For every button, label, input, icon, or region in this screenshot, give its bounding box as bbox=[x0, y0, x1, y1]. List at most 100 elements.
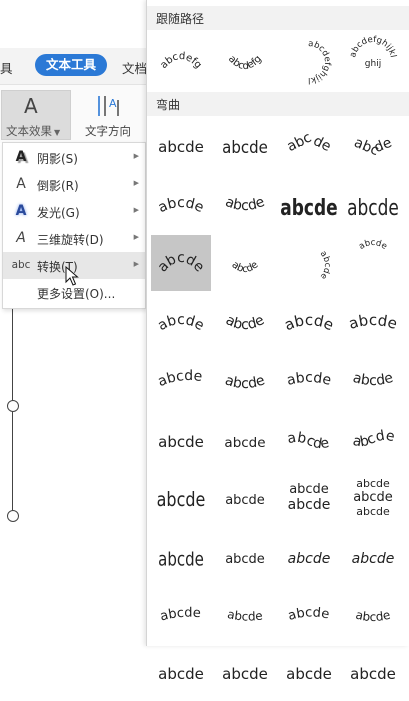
svg-text:A: A bbox=[109, 97, 117, 110]
submenu-arrow-icon: ▶ bbox=[133, 260, 139, 268]
menu-item-label: 倒影(R) bbox=[37, 179, 79, 193]
transform-preview-text: abcdefghijklghij bbox=[348, 35, 398, 69]
resize-handle[interactable] bbox=[7, 510, 19, 522]
transform-preview-text: abcde bbox=[351, 427, 396, 450]
svg-text:abcde: abcde bbox=[158, 665, 204, 683]
svg-text:abcde: abcde bbox=[286, 605, 330, 624]
section-header-follow-path: 跟随路径 bbox=[147, 6, 409, 30]
menu-item-reflection[interactable]: A 倒影(R) ▶ bbox=[3, 171, 145, 198]
tab-partial-right[interactable]: 文档 bbox=[122, 58, 147, 77]
transform-preview-text: abcde bbox=[157, 490, 206, 512]
transform-preview-text: abcde bbox=[285, 130, 334, 156]
text-effect-button[interactable]: A 文本效果 ▼ bbox=[1, 90, 71, 140]
transform-preview-text: abcde bbox=[158, 138, 204, 156]
transform-option-wave-2[interactable]: abcde bbox=[215, 411, 275, 467]
transform-option-arch-down-pour[interactable]: abcde bbox=[215, 294, 275, 350]
transform-option-wave-1[interactable]: abcde bbox=[151, 411, 211, 467]
menu-item-label: 阴影(S) bbox=[37, 152, 78, 166]
transform-option-circle[interactable]: abcdefghijkl bbox=[279, 32, 339, 88]
transform-option-stop[interactable]: abcde bbox=[215, 118, 275, 174]
transform-option-arch-up[interactable]: abcdefg bbox=[151, 32, 211, 88]
transform-option-plain[interactable]: abcde bbox=[151, 118, 211, 174]
transform-option-deflate-inflate-deflate[interactable]: abcde bbox=[343, 528, 403, 584]
transform-option-slant-up[interactable]: abcde bbox=[151, 645, 211, 701]
transform-preview-text: abcde bbox=[224, 435, 265, 451]
transform-option-chevron-up[interactable]: abcde bbox=[151, 177, 211, 233]
transform-option-cascade-up[interactable]: abcde bbox=[279, 645, 339, 701]
transform-option-curve-up[interactable]: abcde bbox=[151, 352, 211, 408]
transform-option-triangle-up[interactable]: abcde bbox=[279, 118, 339, 174]
svg-text:abcde: abcde bbox=[222, 137, 268, 157]
svg-text:abcde: abcde bbox=[158, 138, 204, 156]
transform-option-deflate-top[interactable]: abcde bbox=[215, 528, 275, 584]
text-effect-label: 文本效果 bbox=[6, 124, 52, 138]
transform-option-circle[interactable]: abcde bbox=[279, 235, 339, 291]
transform-option-inflate-top[interactable]: abcde bbox=[151, 528, 211, 584]
transform-option-deflate[interactable]: abcde bbox=[215, 469, 275, 525]
dropdown-caret-icon: ▼ bbox=[54, 128, 61, 137]
menu-item-3d-rotation[interactable]: A 三维旋转(D) ▶ bbox=[3, 225, 145, 252]
transform-option-arch-down[interactable]: abcdefg bbox=[215, 32, 275, 88]
svg-text:abcde: abcde bbox=[347, 310, 400, 332]
transform-option-chevron-down[interactable]: abcde bbox=[215, 177, 275, 233]
menu-item-glow[interactable]: A 发光(G) ▶ bbox=[3, 198, 145, 225]
svg-text:abcde: abcde bbox=[223, 312, 267, 333]
tab-partial-left[interactable]: 具 bbox=[0, 58, 13, 77]
transform-option-curve-down[interactable]: abcde bbox=[215, 352, 275, 408]
transform-preview-text: abcde bbox=[155, 250, 208, 275]
text-direction-label[interactable]: 文字方向 bbox=[85, 123, 131, 139]
transform-option-ring-inside[interactable]: abcde bbox=[279, 177, 339, 233]
svg-text:abcde: abcde bbox=[288, 497, 331, 513]
transform-option-fade-up[interactable]: abcde bbox=[279, 586, 339, 642]
transform-preview-text: abcde bbox=[159, 606, 202, 625]
svg-text:abcde: abcde bbox=[155, 311, 207, 333]
transform-option-arch-up-pour[interactable]: abcde bbox=[151, 294, 211, 350]
svg-text:abcde: abcde bbox=[223, 193, 267, 213]
transform-option-fade-right[interactable]: abcde bbox=[151, 586, 211, 642]
transform-option-double-wave-2[interactable]: abcde bbox=[343, 411, 403, 467]
svg-text:abcde: abcde bbox=[286, 665, 332, 683]
transform-option-can-down[interactable]: abcde bbox=[343, 352, 403, 408]
transform-option-button-pour[interactable]: abcde bbox=[343, 294, 403, 350]
transform-option-circle-pour[interactable]: abcde bbox=[279, 294, 339, 350]
text-direction-icon[interactable]: A bbox=[96, 94, 122, 118]
shadow-a-icon: A bbox=[15, 149, 27, 165]
menu-item-label: 发光(G) bbox=[37, 206, 80, 220]
transform-option-inflate-bottom[interactable]: abcde abcde bbox=[279, 469, 339, 525]
transform-option-deflate-bottom[interactable]: abcde abcde abcde bbox=[343, 469, 403, 525]
transform-preview-text: abcdefghijkl bbox=[308, 39, 332, 85]
transform-preview-text: abcdefg bbox=[226, 54, 264, 73]
svg-text:abcde: abcde bbox=[225, 493, 265, 508]
menu-item-shadow[interactable]: A 阴影(S) ▶ bbox=[3, 144, 145, 171]
transform-option-fade-down[interactable]: abcde bbox=[343, 586, 403, 642]
transform-option-button[interactable]: abcde bbox=[343, 235, 403, 291]
transform-preview-text: abcde bbox=[158, 548, 204, 570]
transform-preview-text: abcde bbox=[347, 310, 400, 332]
transform-option-cascade-down[interactable]: abcde bbox=[343, 645, 403, 701]
transform-option-deflate-inflate[interactable]: abcde bbox=[279, 528, 339, 584]
tab-text-tools[interactable]: 文本工具 bbox=[35, 54, 107, 76]
transform-option-double-wave-1[interactable]: abcde bbox=[279, 411, 339, 467]
transform-preview-text: abcdefg bbox=[158, 51, 203, 71]
transform-option-slant-down[interactable]: abcde bbox=[215, 645, 275, 701]
transform-option-arch-up[interactable]: abcde bbox=[151, 235, 211, 291]
transform-preview-text: abcde bbox=[158, 433, 204, 451]
transform-option-ring-outside[interactable]: abcde bbox=[343, 177, 403, 233]
transform-preview-text: abcde bbox=[225, 493, 265, 508]
transform-preview-text: abcde bbox=[222, 665, 268, 683]
resize-handle[interactable] bbox=[7, 400, 19, 412]
transform-option-fade-left[interactable]: abcde bbox=[215, 586, 275, 642]
transform-preview-text: abcde bbox=[352, 135, 394, 159]
transform-option-arch-down[interactable]: abcde bbox=[215, 235, 275, 291]
transform-preview-text: abcde bbox=[350, 665, 396, 683]
transform-option-inflate[interactable]: abcde bbox=[151, 469, 211, 525]
transform-preview-text: abcde bbox=[222, 137, 268, 157]
svg-text:abcde: abcde bbox=[288, 551, 331, 567]
svg-text:abcde: abcde bbox=[347, 194, 399, 220]
transform-option-can-up[interactable]: abcde bbox=[279, 352, 339, 408]
transform-preview-text: abcde bbox=[155, 311, 207, 333]
submenu-arrow-icon: ▶ bbox=[133, 179, 139, 187]
transform-option-button[interactable]: abcdefghijkl ghij bbox=[343, 32, 403, 88]
svg-text:abcde: abcde bbox=[156, 368, 204, 390]
transform-option-triangle-down[interactable]: abcde bbox=[343, 118, 403, 174]
